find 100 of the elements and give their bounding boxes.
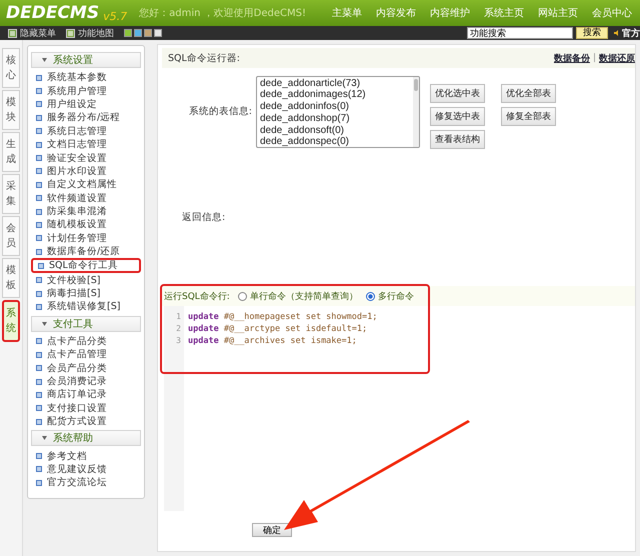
bullet-icon <box>36 365 42 372</box>
menu-item[interactable]: 随机模板设置 <box>31 218 141 232</box>
bullet-icon <box>36 182 42 188</box>
bullet-icon <box>36 338 42 344</box>
side-tab[interactable]: 核心 <box>2 48 20 88</box>
bullet-icon <box>36 142 42 148</box>
restore-link[interactable]: 数据还原 <box>599 52 635 64</box>
caret-icon <box>42 58 47 62</box>
theme-swatch[interactable] <box>134 29 142 37</box>
menu-item[interactable]: 系统日志管理 <box>31 124 141 138</box>
side-tab[interactable]: 会员 <box>2 216 20 256</box>
caret-icon <box>42 322 47 326</box>
menu-group-header[interactable]: 系统帮助 <box>31 430 141 446</box>
table-action-button[interactable]: 查看表结构 <box>430 130 485 149</box>
table-action-button[interactable]: 修复全部表 <box>501 107 556 126</box>
menu-item[interactable]: 服务器分布/远程 <box>31 111 141 125</box>
search-field[interactable]: 功能搜索 <box>467 27 573 39</box>
menu-item[interactable]: 官方交流论坛 <box>31 476 141 490</box>
menu-item[interactable]: 自定义文档属性 <box>31 178 141 192</box>
menu-item[interactable]: 用户组设定 <box>31 98 141 112</box>
menu-item[interactable]: 系统错误修复[S] <box>31 300 141 314</box>
table-option[interactable]: dede_addoninfos(0) <box>260 101 410 113</box>
menu-item[interactable]: 防采集串混淆 <box>31 204 141 218</box>
menu-item[interactable]: 系统用户管理 <box>31 84 141 98</box>
search-button[interactable]: 搜索 <box>576 27 608 39</box>
line-number: 2 <box>176 323 181 335</box>
code-line: update #@__archives set ismake=1; <box>188 335 358 347</box>
table-option[interactable]: dede_addonarticle(73) <box>260 78 410 90</box>
side-tab[interactable]: 生成 <box>2 132 20 172</box>
separator-text: | <box>592 53 596 63</box>
menu-item[interactable]: 支付接口设置 <box>31 402 141 415</box>
code-editor[interactable]: 1 2 3 update #@__homepageset set showmod=1; update #@__arctype set isdefault=1; update #@__archives set ismake=1; <box>164 306 635 511</box>
bullet-icon <box>36 277 42 284</box>
bullet-icon <box>36 235 42 242</box>
side-tab[interactable]: 采集 <box>2 174 20 214</box>
menu-item[interactable]: SQL命令行工具 <box>31 258 141 274</box>
version-label: v5.7 <box>103 10 128 22</box>
menu-item[interactable]: 配货方式设置 <box>31 414 141 428</box>
bullet-icon <box>36 405 42 412</box>
menu-item[interactable]: 点卡产品分类 <box>31 334 141 348</box>
table-option[interactable]: dede_addonimages(12) <box>260 89 410 102</box>
bullet-icon <box>36 248 42 255</box>
bullet-icon <box>36 222 42 228</box>
menu-item[interactable]: 文档日志管理 <box>31 138 141 152</box>
line-number: 3 <box>176 335 181 347</box>
bullet-icon <box>36 101 42 108</box>
confirm-button[interactable]: 确定 <box>252 523 292 537</box>
menu-item[interactable]: 软件频道设置 <box>31 192 141 205</box>
menu-item[interactable]: 文件校验[S] <box>31 273 141 287</box>
menu-group-header[interactable]: 支付工具 <box>31 316 141 332</box>
menu-item[interactable]: 图片水印设置 <box>31 164 141 178</box>
bullet-icon <box>38 262 44 269</box>
greeting-text: 您好：admin ，欢迎使用DedeCMS! <box>139 6 306 20</box>
return-label: 返回信息: <box>181 211 226 224</box>
bullet-icon <box>36 195 42 202</box>
theme-swatch[interactable] <box>154 29 162 37</box>
theme-swatch[interactable] <box>144 29 152 37</box>
bullet-icon <box>36 88 42 94</box>
panel-title: SQL命令运行器: <box>168 52 240 64</box>
menu-group-header[interactable]: 系统设置 <box>31 52 141 68</box>
menu-item[interactable]: 系统基本参数 <box>31 71 141 84</box>
menu-item[interactable]: 会员产品分类 <box>31 361 141 375</box>
menu-item[interactable]: 点卡产品管理 <box>31 348 141 362</box>
toolbar-link[interactable]: 功能地图 <box>66 26 114 40</box>
menu-item[interactable]: 商店订单记录 <box>31 388 141 402</box>
side-tab[interactable]: 模板 <box>2 258 20 298</box>
bullet-icon <box>36 128 42 134</box>
menu-item[interactable]: 会员消费记录 <box>31 374 141 388</box>
bullet-icon <box>36 466 42 472</box>
bullet-icon <box>36 453 42 460</box>
table-option[interactable]: dede_addonshop(7) <box>260 112 410 125</box>
menu-icon <box>8 28 17 38</box>
bullet-icon <box>36 304 42 310</box>
menu-item[interactable]: 验证安全设置 <box>31 151 141 165</box>
side-tab[interactable]: 模块 <box>2 90 20 130</box>
table-list[interactable]: dede_addonarticle(73) dede_addonimages(12) dede_addoninfos(0) dede_addonshop(7) dede_addonsoft(0) dede_addonspec(0) <box>256 76 420 148</box>
bullet-icon <box>36 290 42 297</box>
side-tab[interactable]: 系统 <box>2 300 20 342</box>
mode-radio[interactable]: 多行命令 <box>366 290 414 302</box>
code-line: update #@__homepageset set showmod=1; <box>188 311 378 323</box>
backup-link[interactable]: 数据备份 <box>554 52 590 64</box>
table-action-button[interactable]: 修复选中表 <box>430 107 485 126</box>
table-option[interactable]: dede_addonspec(0) <box>260 136 410 146</box>
logo: DEDECMS <box>6 3 100 23</box>
toolbar-link[interactable]: 隐藏菜单 <box>8 26 56 40</box>
bullet-icon <box>36 418 42 425</box>
theme-swatch[interactable] <box>124 29 132 37</box>
table-action-button[interactable]: 优化选中表 <box>430 84 485 103</box>
menu-item[interactable]: 参考文档 <box>31 449 141 463</box>
line-number: 1 <box>176 311 181 323</box>
tables-label: 系统的表信息: <box>188 105 253 118</box>
table-action-button[interactable]: 优化全部表 <box>501 84 556 103</box>
menu-item[interactable]: 数据库备份/还原 <box>31 245 141 258</box>
official-link[interactable]: 官方 <box>614 26 640 40</box>
bullet-icon <box>36 392 42 398</box>
table-option[interactable]: dede_addonsoft(0) <box>260 124 410 136</box>
menu-item[interactable]: 计划任务管理 <box>31 232 141 246</box>
menu-item[interactable]: 意见建议反馈 <box>31 462 141 476</box>
menu-item[interactable]: 病毒扫描[S] <box>31 286 141 300</box>
mode-radio[interactable]: 单行命令（支持简单查询） <box>238 290 358 302</box>
